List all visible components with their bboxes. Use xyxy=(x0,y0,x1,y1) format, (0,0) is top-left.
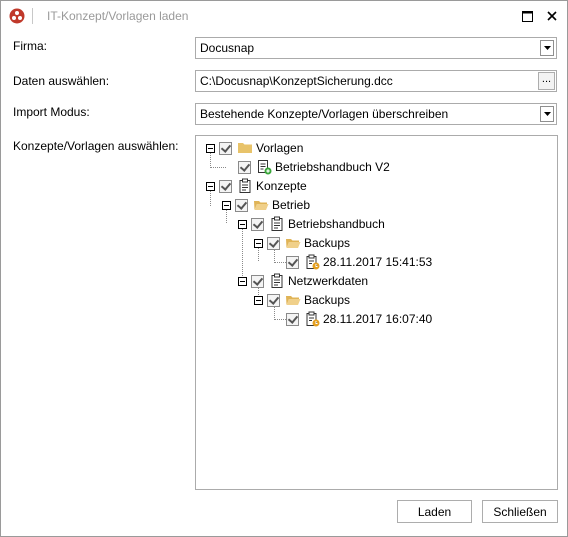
checkbox[interactable] xyxy=(251,274,264,288)
tree-node-backup-entry[interactable]: 28.11.2017 15:41:53 xyxy=(286,253,432,271)
close-window-button[interactable] xyxy=(543,7,561,25)
checkbox[interactable] xyxy=(219,179,232,193)
tree-connector xyxy=(210,167,226,168)
tree-node-label: Konzepte xyxy=(256,179,307,193)
import-mode-value: Bestehende Konzepte/Vorlagen überschreib… xyxy=(200,107,449,121)
document-icon xyxy=(258,160,272,175)
collapse-toggle[interactable] xyxy=(222,200,231,210)
clipboard-icon xyxy=(271,216,283,231)
tree-node-betrieb[interactable]: Betrieb xyxy=(222,196,310,214)
window-title: IT-Konzept/Vorlagen laden xyxy=(47,9,189,23)
collapse-toggle[interactable] xyxy=(206,181,215,191)
daten-path-value: C:\Docusnap\KonzeptSicherung.dcc xyxy=(200,74,393,88)
collapse-toggle[interactable] xyxy=(206,143,215,153)
clipboard-icon xyxy=(271,273,283,288)
import-mode-combobox[interactable]: Bestehende Konzepte/Vorlagen überschreib… xyxy=(195,103,557,125)
daten-label: Daten auswählen: xyxy=(13,74,110,88)
firma-dropdown-button[interactable] xyxy=(540,40,554,56)
tree-node-label: Vorlagen xyxy=(256,141,304,155)
title-separator xyxy=(32,8,33,24)
app-logo-icon xyxy=(9,8,25,24)
folder-open-icon xyxy=(286,296,301,305)
checkbox[interactable] xyxy=(267,293,280,307)
tree-node-label: 28.11.2017 16:07:40 xyxy=(323,312,433,326)
checkbox[interactable] xyxy=(286,312,299,326)
close-icon xyxy=(547,11,557,21)
collapse-toggle[interactable] xyxy=(238,276,247,286)
tree-node-label: Netzwerkdaten xyxy=(288,274,369,288)
firma-combobox[interactable]: Docusnap xyxy=(195,37,557,59)
daten-path-field[interactable]: C:\Docusnap\KonzeptSicherung.dcc ... xyxy=(195,70,557,92)
backup-document-icon xyxy=(306,254,320,270)
firma-value: Docusnap xyxy=(200,41,255,55)
tree-node-label: Backups xyxy=(304,236,351,250)
tree-node-label: Betriebshandbuch V2 xyxy=(275,160,390,174)
import-mode-dropdown-button[interactable] xyxy=(540,106,554,122)
tree-node-label: 28.11.2017 15:41:53 xyxy=(323,255,433,269)
checkbox[interactable] xyxy=(267,236,280,250)
title-bar: IT-Konzept/Vorlagen laden xyxy=(1,1,567,31)
folder-open-icon xyxy=(286,239,301,248)
tree-node-backups[interactable]: Backups xyxy=(254,234,350,252)
tree-node-backup-entry[interactable]: 28.11.2017 16:07:40 xyxy=(286,310,432,328)
tree-node-netzwerkdaten[interactable]: Netzwerkdaten xyxy=(238,272,368,290)
folder-icon xyxy=(238,143,252,153)
checkbox[interactable] xyxy=(251,217,264,231)
concept-tree[interactable]: Vorlagen Betriebshandbuch V2 Konzepte Be… xyxy=(195,135,558,490)
tree-label: Konzepte/Vorlagen auswählen: xyxy=(13,139,179,153)
laden-button[interactable]: Laden xyxy=(397,500,472,523)
dropdown-arrow-icon xyxy=(543,46,551,50)
maximize-icon xyxy=(521,10,533,22)
collapse-toggle[interactable] xyxy=(254,238,263,248)
tree-node-label: Betrieb xyxy=(272,198,311,212)
tree-node-konzepte[interactable]: Konzepte xyxy=(206,177,307,195)
clipboard-icon xyxy=(239,178,251,193)
tree-node-backups[interactable]: Backups xyxy=(254,291,350,309)
checkbox[interactable] xyxy=(219,141,232,155)
firma-label: Firma: xyxy=(13,39,47,53)
checkbox[interactable] xyxy=(238,160,251,174)
folder-open-icon xyxy=(254,201,269,210)
tree-node-betriebshandbuch[interactable]: Betriebshandbuch xyxy=(238,215,385,233)
dialog-window: IT-Konzept/Vorlagen laden Firma: Docusna… xyxy=(0,0,568,537)
tree-node-label: Betriebshandbuch xyxy=(288,217,385,231)
tree-node-vorlagen[interactable]: Vorlagen xyxy=(206,139,303,157)
browse-button[interactable]: ... xyxy=(538,72,555,90)
maximize-button[interactable] xyxy=(518,7,536,25)
checkbox[interactable] xyxy=(286,255,299,269)
collapse-toggle[interactable] xyxy=(254,295,263,305)
schliessen-button[interactable]: Schließen xyxy=(482,500,558,523)
checkbox[interactable] xyxy=(235,198,248,212)
backup-document-icon xyxy=(306,311,320,327)
dropdown-arrow-icon xyxy=(543,112,551,116)
import-mode-label: Import Modus: xyxy=(13,105,90,119)
collapse-toggle[interactable] xyxy=(238,219,247,229)
tree-node-label: Backups xyxy=(304,293,351,307)
tree-node-betriebshandbuch-v2[interactable]: Betriebshandbuch V2 xyxy=(238,158,390,176)
